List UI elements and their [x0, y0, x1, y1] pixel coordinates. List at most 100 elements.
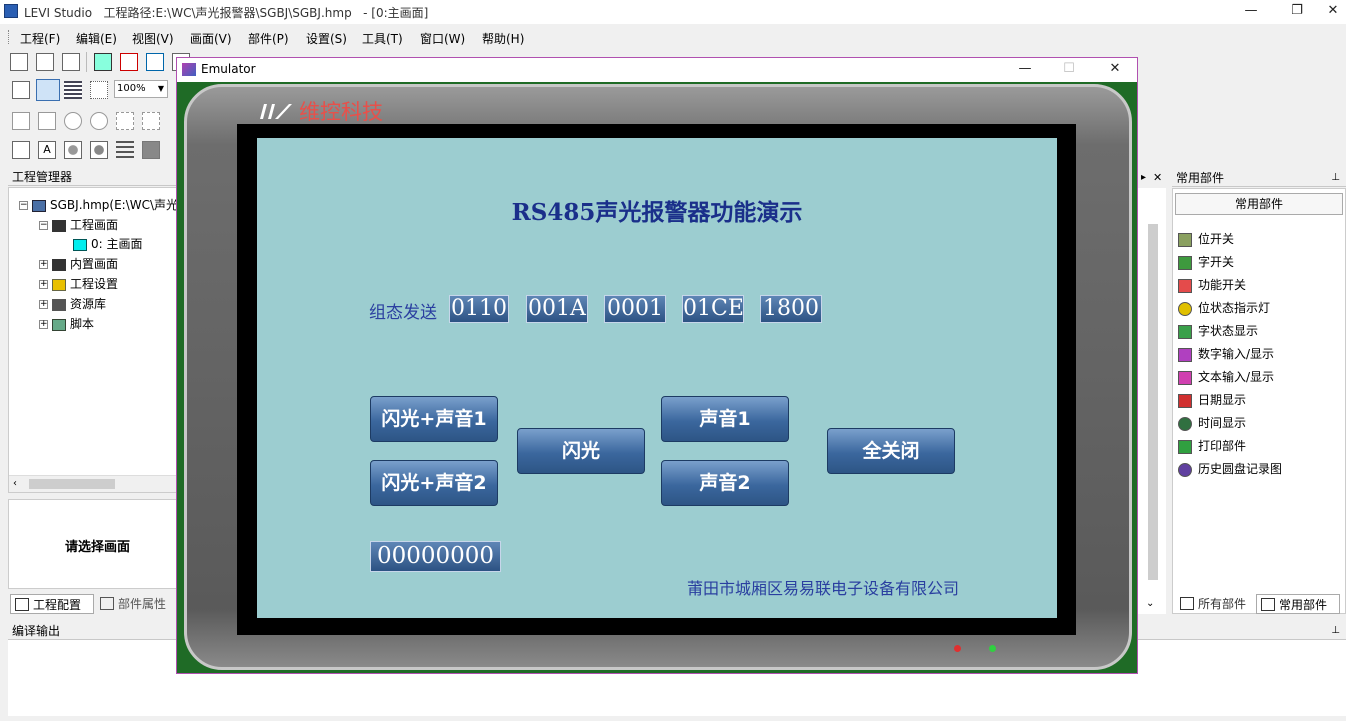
part-item-date[interactable]: 日期显示	[1178, 390, 1246, 410]
tree-item-project-screens[interactable]: − 工程画面	[39, 216, 118, 234]
tree-item-project-settings[interactable]: + 工程设置	[39, 275, 118, 293]
menu-settings[interactable]: 设置(S)	[306, 30, 347, 47]
menu-view[interactable]: 视图(V)	[132, 30, 174, 47]
plc-view-icon[interactable]	[36, 79, 60, 101]
snap-grid-icon[interactable]	[90, 81, 108, 99]
menu-project[interactable]: 工程(F)	[20, 30, 60, 47]
save-file-icon[interactable]	[62, 53, 80, 71]
align-left-icon[interactable]	[12, 112, 30, 130]
part-item-function-switch[interactable]: 功能开关	[1178, 275, 1246, 295]
part-item-word-state[interactable]: 字状态显示	[1178, 321, 1258, 341]
emulator-maximize-button[interactable]: ☐	[1046, 58, 1092, 82]
tab-project-config[interactable]: 工程配置	[10, 594, 94, 614]
part-item-text-io[interactable]: 文本输入/显示	[1178, 367, 1274, 387]
part-item-numeric-io[interactable]: 数字输入/显示	[1178, 344, 1274, 364]
restore-button[interactable]: ❐	[1274, 0, 1320, 24]
same-height-icon[interactable]	[142, 112, 160, 130]
align-top-icon[interactable]	[64, 112, 82, 130]
zoom-select[interactable]: 100% ▼	[114, 80, 168, 98]
tab-common-parts[interactable]: 常用部件	[1256, 594, 1340, 614]
menu-screen[interactable]: 画面(V)	[190, 30, 232, 47]
all-off-button[interactable]: 全关闭	[827, 428, 955, 474]
parts-category-header[interactable]: 常用部件	[1175, 193, 1343, 215]
tree-item-resource-library[interactable]: + 资源库	[39, 295, 106, 313]
sound1-button[interactable]: 声音1	[661, 396, 789, 442]
tree-label: 内置画面	[70, 257, 119, 271]
tree-item-project[interactable]: − SGBJ.hmp(E:\WC\声光	[19, 196, 178, 214]
tree-item-main-screen[interactable]: 0: 主画面	[73, 235, 143, 253]
line-tool-icon[interactable]	[116, 141, 134, 159]
parts-panel-header: 常用部件 ⊥	[1172, 169, 1346, 187]
menu-tools[interactable]: 工具(T)	[362, 30, 403, 47]
flash-sound1-button[interactable]: 闪光+声音1	[370, 396, 498, 442]
emulator-minimize-button[interactable]: —	[1002, 58, 1048, 82]
ellipse-tool-icon[interactable]	[90, 141, 108, 159]
part-label: 位开关	[1198, 232, 1235, 246]
tab-label: 所有部件	[1198, 597, 1247, 611]
delete-screen-icon[interactable]	[120, 53, 138, 71]
list-view-icon[interactable]	[64, 81, 82, 99]
clock-icon	[1178, 416, 1192, 431]
circle-tool-icon[interactable]	[64, 141, 82, 159]
menu-help[interactable]: 帮助(H)	[482, 30, 524, 47]
pin-icon[interactable]: ⊥	[1331, 169, 1340, 187]
same-width-icon[interactable]	[116, 112, 134, 130]
collapse-icon[interactable]: −	[19, 201, 28, 210]
chevron-right-icon[interactable]: ▸	[1141, 169, 1146, 187]
menu-parts[interactable]: 部件(P)	[248, 30, 289, 47]
menu-window[interactable]: 窗口(W)	[420, 30, 465, 47]
new-file-icon[interactable]	[10, 53, 28, 71]
scrollbar-thumb[interactable]	[29, 479, 115, 489]
tree-item-builtin-screens[interactable]: + 内置画面	[39, 255, 118, 273]
close-button[interactable]: ✕	[1320, 0, 1346, 24]
open-file-icon[interactable]	[36, 53, 54, 71]
minimize-button[interactable]: —	[1228, 0, 1274, 24]
send-label: 组态发送	[369, 303, 437, 323]
scroll-down-icon[interactable]: ⌄	[1146, 598, 1154, 609]
part-item-print[interactable]: 打印部件	[1178, 436, 1246, 456]
sound2-button[interactable]: 声音2	[661, 460, 789, 506]
tree-label: 工程画面	[70, 218, 119, 232]
print-icon	[1178, 439, 1192, 454]
tab-label: 工程配置	[33, 598, 82, 612]
company-name: 莆田市城厢区易易联电子设备有限公司	[687, 579, 960, 598]
part-item-bit-switch[interactable]: 位开关	[1178, 229, 1234, 249]
screen-property-area: 请选择画面	[8, 499, 180, 589]
app-title: LEVI Studio 工程路径:E:\WC\声光报警器\SGBJ\SGBJ.h…	[24, 6, 429, 20]
fill-tool-icon[interactable]	[142, 141, 160, 159]
part-item-time[interactable]: 时间显示	[1178, 413, 1246, 433]
tab-part-properties[interactable]: 部件属性	[96, 594, 176, 614]
part-item-word-switch[interactable]: 字开关	[1178, 252, 1234, 272]
align-bottom-icon[interactable]	[90, 112, 108, 130]
word-switch-icon	[1178, 255, 1192, 270]
flash-button[interactable]: 闪光	[517, 428, 645, 474]
collapse-icon[interactable]: −	[39, 221, 48, 230]
screen-property-icon[interactable]	[146, 53, 164, 71]
tree-item-script[interactable]: + 脚本	[39, 315, 94, 333]
part-item-bit-lamp[interactable]: 位状态指示灯	[1178, 298, 1270, 318]
panel-close-icon[interactable]: ✕	[1153, 169, 1162, 187]
new-screen-icon[interactable]	[94, 53, 112, 71]
builtin-screens-icon	[52, 258, 66, 271]
vertical-scrollbar-thumb[interactable]	[1148, 224, 1158, 580]
view-grid-icon[interactable]	[12, 81, 30, 99]
chevron-down-icon[interactable]: ▼	[158, 81, 164, 97]
script-icon	[52, 318, 66, 331]
emulator-close-button[interactable]: ✕	[1092, 58, 1138, 82]
part-properties-icon	[100, 597, 114, 610]
tree-horizontal-scrollbar[interactable]: ‹	[9, 475, 179, 492]
text-tool-icon[interactable]: A	[38, 141, 56, 159]
all-parts-icon	[1180, 597, 1194, 610]
menu-edit[interactable]: 编辑(E)	[76, 30, 117, 47]
expand-icon[interactable]: +	[39, 280, 48, 289]
expand-icon[interactable]: +	[39, 300, 48, 309]
part-item-disc-chart[interactable]: 历史圆盘记录图	[1178, 459, 1282, 479]
expand-icon[interactable]: +	[39, 320, 48, 329]
tab-all-parts[interactable]: 所有部件	[1176, 594, 1256, 614]
flash-sound2-button[interactable]: 闪光+声音2	[370, 460, 498, 506]
expand-icon[interactable]: +	[39, 260, 48, 269]
rectangle-tool-icon[interactable]	[12, 141, 30, 159]
pin-icon[interactable]: ⊥	[1331, 622, 1340, 640]
scroll-left-icon[interactable]: ‹	[13, 478, 17, 489]
align-right-icon[interactable]	[38, 112, 56, 130]
